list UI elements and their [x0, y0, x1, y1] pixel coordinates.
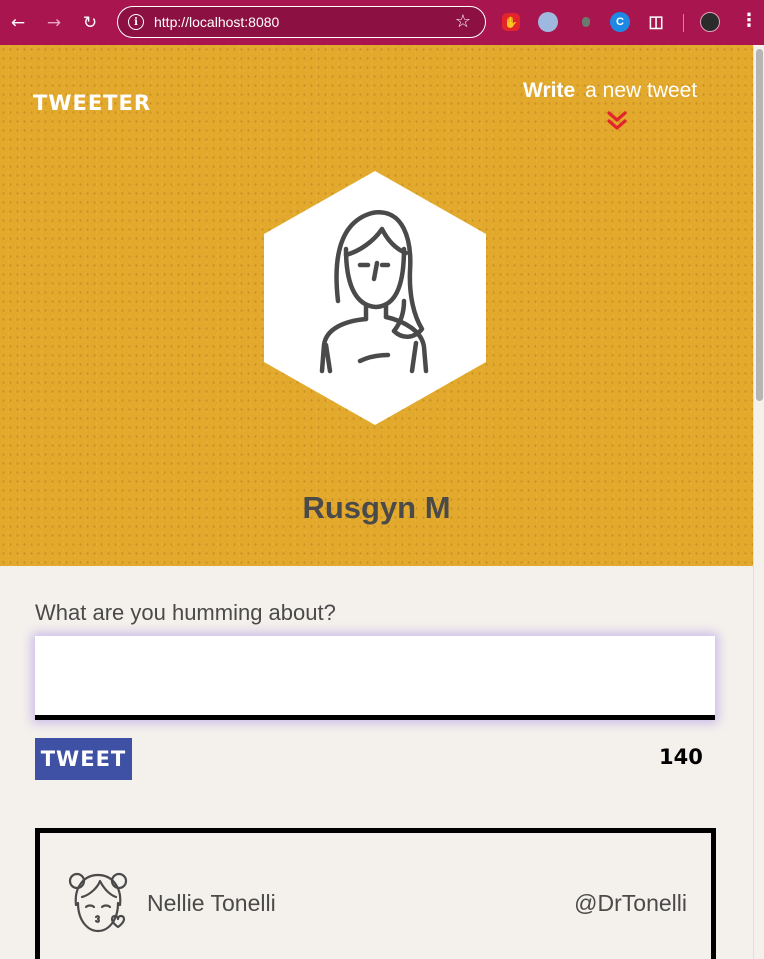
double-chevron-down-icon[interactable] [607, 110, 627, 132]
tweet-button[interactable]: TWEET [35, 738, 132, 780]
forward-icon[interactable]: → [36, 0, 72, 45]
bookmark-star-icon[interactable]: ☆ [455, 11, 471, 32]
app-logo[interactable]: TWEETER [33, 91, 151, 115]
kebab-menu-icon[interactable]: ⋮ [740, 10, 758, 31]
dot-extension-icon[interactable] [576, 12, 596, 32]
swirl-extension-icon[interactable] [538, 12, 558, 32]
tweet-textarea[interactable] [35, 636, 715, 720]
girl-kiss-avatar-icon [68, 872, 128, 933]
toolbar-divider [683, 14, 684, 32]
extensions-puzzle-icon[interactable]: ◫ [646, 12, 666, 32]
tweet-author-handle: @DrTonelli [574, 890, 687, 916]
site-info-icon[interactable]: i [128, 14, 144, 30]
browser-toolbar: ← → ↻ i http://localhost:8080 ☆ ✋ C ◫ ⋮ [0, 0, 764, 45]
compose-toggle-bold: Write [523, 79, 576, 102]
woman-avatar-icon [264, 171, 486, 425]
back-icon[interactable]: ← [0, 0, 36, 45]
profile-header: TWEETER Write a new tweet Rusgyn M [0, 45, 753, 566]
address-bar[interactable]: i http://localhost:8080 ☆ [117, 6, 486, 38]
character-counter: 140 [659, 745, 703, 769]
reload-icon[interactable]: ↻ [72, 0, 108, 45]
tweet-author-name: Nellie Tonelli [147, 890, 276, 916]
profile-avatar-icon[interactable] [700, 12, 720, 32]
page-scrollbar[interactable] [753, 45, 764, 959]
profile-name: Rusgyn M [302, 490, 451, 525]
scrollbar-thumb[interactable] [756, 49, 763, 401]
compose-prompt-label: What are you humming about? [35, 600, 336, 625]
url-text: http://localhost:8080 [154, 14, 280, 30]
tweet-card: Nellie Tonelli @DrTonelli [35, 828, 716, 959]
c-extension-icon[interactable]: C [610, 12, 630, 32]
stop-extension-icon[interactable]: ✋ [502, 13, 520, 31]
write-tweet-toggle[interactable]: Write a new tweet [523, 79, 697, 103]
compose-toggle-rest: a new tweet [585, 79, 698, 102]
